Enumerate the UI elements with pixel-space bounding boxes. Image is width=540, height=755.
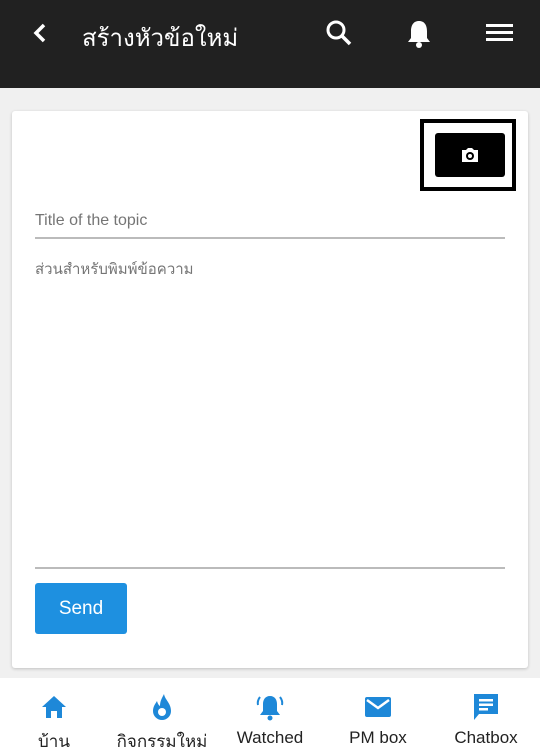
camera-icon bbox=[462, 148, 478, 162]
notifications-button[interactable] bbox=[404, 18, 434, 48]
new-topic-form: Send bbox=[12, 111, 528, 668]
search-button[interactable] bbox=[324, 18, 354, 48]
mail-icon bbox=[365, 697, 391, 717]
nav-item-pm-box[interactable]: PM box bbox=[324, 678, 432, 755]
nav-item-new-activity[interactable]: กิจกรรมใหม่ bbox=[108, 678, 216, 755]
bell-icon bbox=[408, 21, 430, 48]
home-icon bbox=[42, 696, 66, 718]
send-button[interactable]: Send bbox=[35, 583, 127, 634]
message-body-textarea[interactable] bbox=[35, 257, 505, 569]
bottom-nav: บ้าน กิจกรรมใหม่ Watched PM box Chatbox bbox=[0, 678, 540, 755]
search-icon bbox=[326, 20, 352, 46]
chevron-left-icon bbox=[33, 23, 46, 43]
back-button[interactable] bbox=[30, 18, 50, 55]
topic-title-input[interactable] bbox=[35, 199, 505, 239]
menu-icon bbox=[486, 24, 513, 41]
nav-item-chatbox[interactable]: Chatbox bbox=[432, 678, 540, 755]
nav-item-home[interactable]: บ้าน bbox=[0, 678, 108, 755]
header-bar: สร้างหัวข้อใหม่ bbox=[0, 0, 540, 88]
chat-icon bbox=[474, 694, 498, 720]
page-title: สร้างหัวข้อใหม่ bbox=[82, 25, 239, 52]
flame-icon bbox=[153, 694, 171, 720]
nav-item-watched[interactable]: Watched bbox=[216, 678, 324, 755]
nav-label: PM box bbox=[349, 728, 407, 747]
nav-label: Chatbox bbox=[454, 728, 518, 747]
upload-image-button[interactable] bbox=[435, 133, 505, 177]
menu-button[interactable] bbox=[485, 18, 515, 48]
bell-ringing-icon bbox=[256, 696, 284, 721]
nav-label: Watched bbox=[236, 728, 304, 747]
nav-label: บ้าน bbox=[38, 732, 70, 751]
camera-highlight bbox=[420, 119, 516, 191]
nav-label: กิจกรรมใหม่ bbox=[116, 732, 208, 751]
